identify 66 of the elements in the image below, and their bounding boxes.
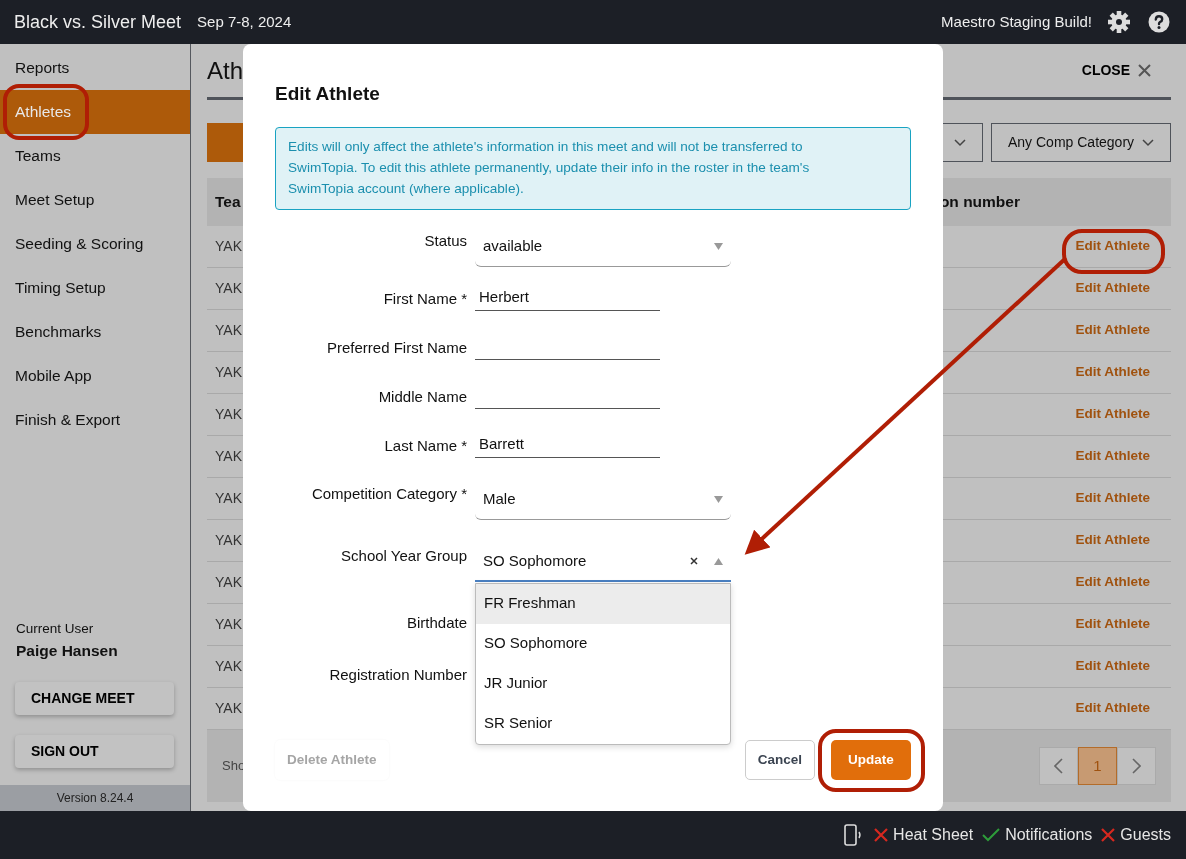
- dialog-title: Edit Athlete: [275, 82, 381, 106]
- dropdown-option[interactable]: SO Sophomore: [476, 623, 730, 664]
- caret-down-icon: [714, 243, 723, 250]
- current-user-label: Current User: [15, 619, 95, 638]
- category-dropdown[interactable]: Any Comp Category: [991, 123, 1171, 162]
- sidebar-item[interactable]: Teams: [0, 134, 190, 178]
- close-icon: [1138, 64, 1151, 77]
- change-meet-button[interactable]: CHANGE MEET: [15, 682, 174, 715]
- status-label: Notifications: [1005, 825, 1093, 845]
- caret-down-icon: [714, 496, 723, 503]
- sidebar-item[interactable]: Meet Setup: [0, 178, 190, 222]
- field-label: School Year Group: [340, 545, 468, 566]
- status-label: Heat Sheet: [893, 825, 974, 845]
- combobox[interactable]: SO Sophomore: [475, 542, 731, 582]
- close-button[interactable]: CLOSE: [1081, 60, 1151, 81]
- table-cell-text: YAK: [215, 363, 242, 382]
- field-label: Status: [423, 230, 468, 251]
- table-cell-text: YAK: [215, 405, 242, 424]
- dropdown-option[interactable]: SR Senior: [476, 703, 730, 744]
- table-cell-text: YAK: [215, 699, 242, 718]
- cancel-button[interactable]: Cancel: [744, 740, 815, 780]
- chevron-down-icon: [954, 138, 966, 147]
- sidebar-item[interactable]: Finish & Export: [0, 398, 190, 442]
- sidebar-item[interactable]: Timing Setup: [0, 266, 190, 310]
- table-cell-text: YAK: [215, 615, 242, 634]
- app-title: Black vs. Silver Meet: [14, 10, 182, 34]
- table-cell-text: YAK: [215, 489, 242, 508]
- chevron-right-icon: [1132, 758, 1141, 774]
- field-label: Birthdate: [405, 612, 468, 633]
- table-cell-text: YAK: [215, 237, 242, 256]
- sign-out-button[interactable]: SIGN OUT: [15, 735, 174, 768]
- chevron-down-icon: [1142, 138, 1154, 147]
- dropdown-option[interactable]: JR Junior: [476, 663, 730, 704]
- field-label: First Name *: [382, 288, 468, 309]
- info-alert: Edits will only affect the athlete's information in this meet and will not be transferred to SwimTopia. To edit this athlete permanently, update their info in the roster in the team's SwimTopia account (where applicable).: [275, 126, 911, 210]
- settings-icon[interactable]: [1108, 11, 1130, 33]
- field-label: Preferred First Name: [325, 337, 468, 358]
- field-label: Competition Category *: [310, 483, 468, 504]
- table-cell-text: YAK: [215, 321, 242, 340]
- current-user-name: Paige Hansen: [15, 640, 119, 661]
- select-field[interactable]: Male: [475, 480, 731, 520]
- build-label: Maestro Staging Build!: [941, 11, 1092, 32]
- table-cell-text: YAK: [215, 657, 242, 676]
- version-label: Version 8.24.4: [0, 785, 190, 811]
- help-icon[interactable]: [1148, 11, 1170, 33]
- field-label: Registration Number: [328, 664, 468, 685]
- table-cell-text: YAK: [215, 531, 242, 550]
- meet-dates: Sep 7-8, 2024: [197, 11, 292, 32]
- sidebar-item[interactable]: Mobile App: [0, 354, 190, 398]
- clear-icon[interactable]: [690, 557, 698, 565]
- table-cell-text: YAK: [215, 279, 242, 298]
- table-cell-text: YAK: [215, 447, 242, 466]
- sidebar-item[interactable]: Reports: [0, 46, 190, 90]
- field-label: Middle Name: [377, 386, 468, 407]
- sidebar-item[interactable]: Seeding & Scoring: [0, 222, 190, 266]
- field-label: Last Name *: [383, 435, 468, 456]
- dropdown-option[interactable]: FR Freshman: [476, 583, 730, 624]
- column-header: Tea: [215, 192, 241, 213]
- select-field[interactable]: available: [475, 227, 731, 267]
- chevron-left-icon: [1054, 758, 1063, 774]
- status-label: Guests: [1120, 825, 1171, 845]
- table-cell-text: YAK: [215, 573, 242, 592]
- page-title: Ath: [207, 55, 244, 86]
- sidebar-item[interactable]: Benchmarks: [0, 310, 190, 354]
- sidebar-item[interactable]: Athletes: [0, 90, 190, 134]
- caret-up-icon: [714, 557, 723, 565]
